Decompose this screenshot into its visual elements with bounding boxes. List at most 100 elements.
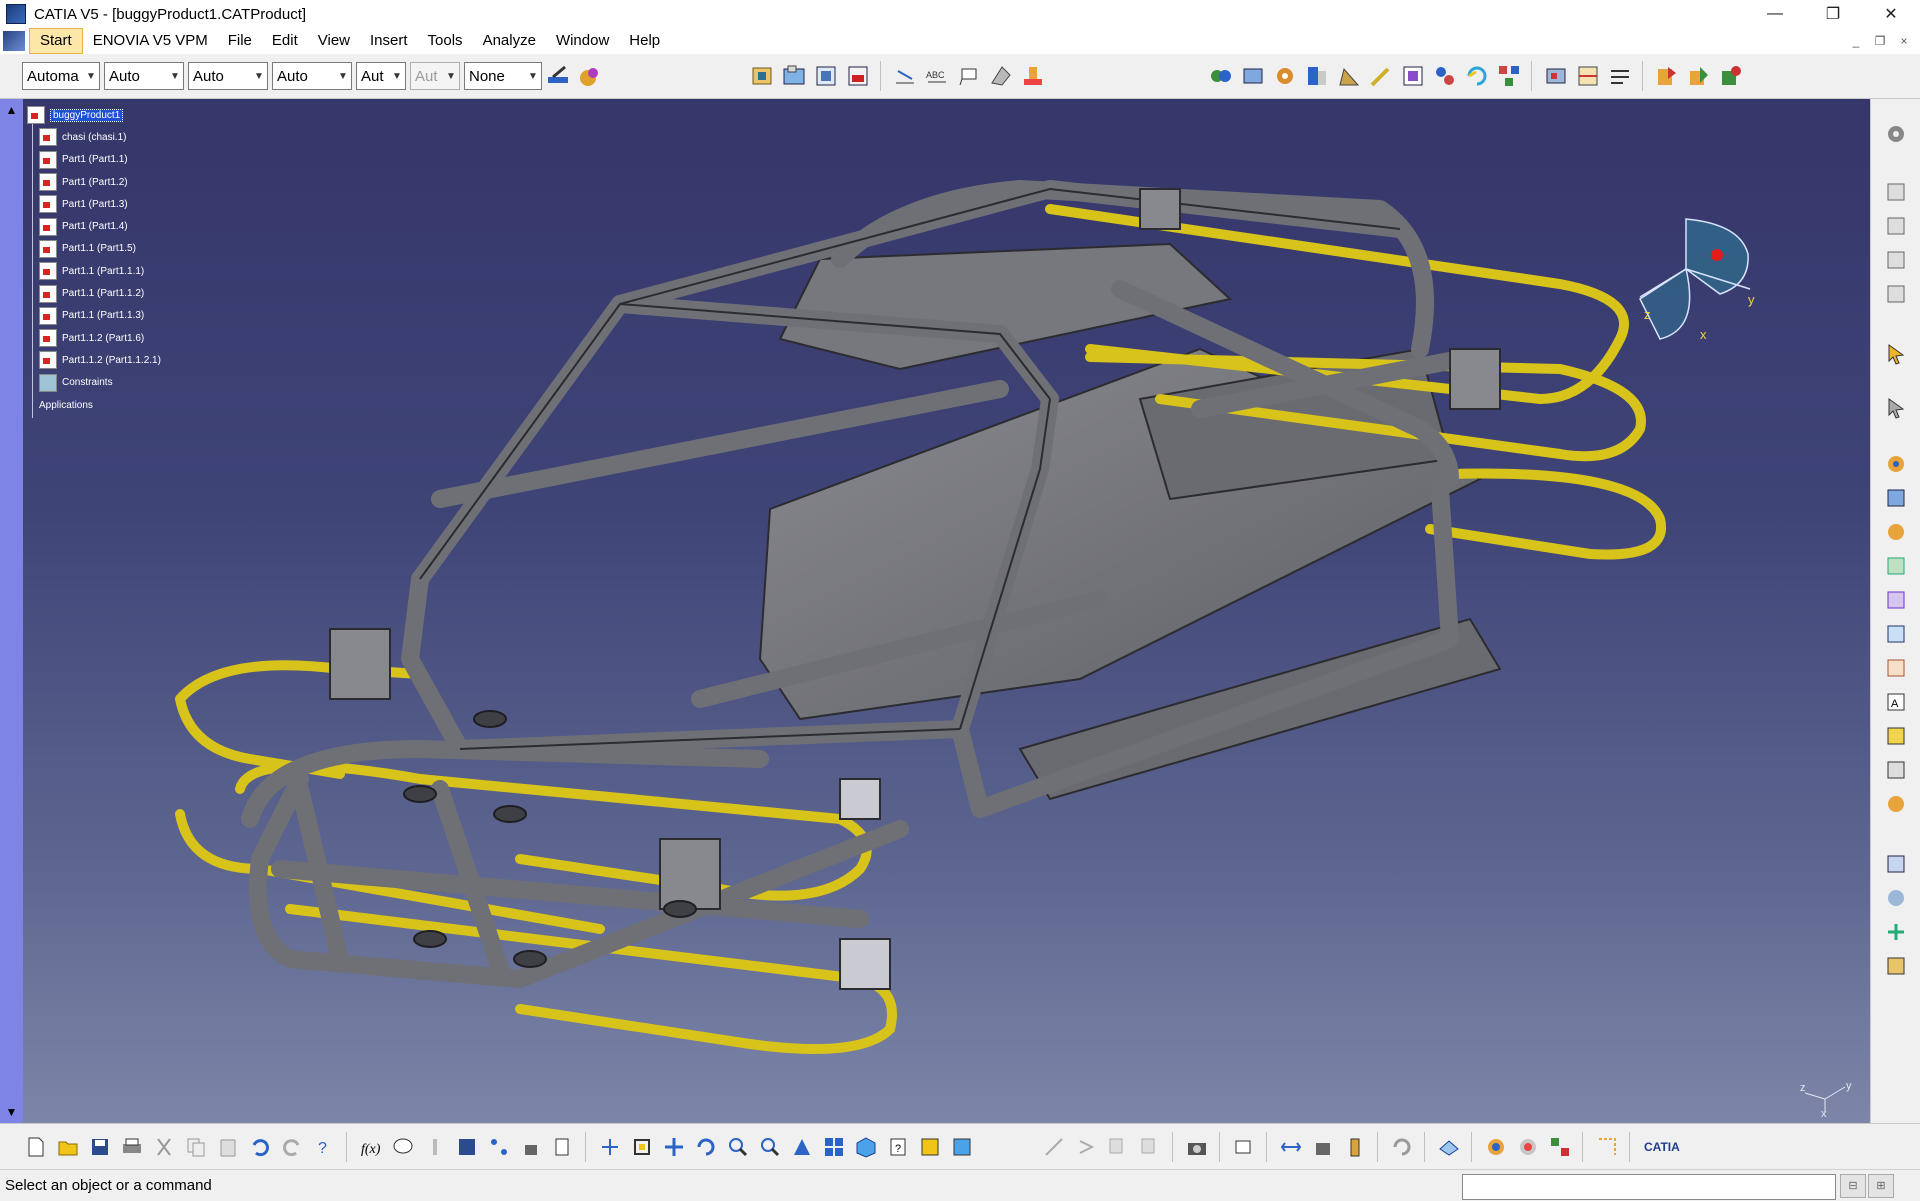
reorder-icon[interactable]	[1880, 653, 1912, 683]
design-table-icon[interactable]	[483, 1131, 515, 1163]
pocket-icon[interactable]	[1880, 211, 1912, 241]
line-type-combo[interactable]: Auto ▼	[272, 62, 352, 90]
transparency-combo[interactable]: Auto ▼	[104, 62, 184, 90]
3d-viewport[interactable]: ▲ ▼ buggyProduct1 chasi (chasi.1) Part1 …	[0, 99, 1870, 1123]
close-button[interactable]: ✕	[1862, 0, 1920, 28]
open-icon[interactable]	[52, 1131, 84, 1163]
select-arrow-icon[interactable]	[1880, 339, 1912, 369]
generate-numbering-icon[interactable]	[1880, 721, 1912, 751]
restore-button[interactable]: ❐	[1804, 0, 1862, 28]
swap-space-icon[interactable]	[946, 1131, 978, 1163]
renumber-icon[interactable]: A	[1880, 687, 1912, 717]
view-mode-icon[interactable]: ?	[882, 1131, 914, 1163]
point-symbol-combo[interactable]: Aut ▼	[356, 62, 406, 90]
refresh-icon[interactable]	[1461, 60, 1493, 92]
new-product-icon[interactable]	[1880, 483, 1912, 513]
publish-icon[interactable]	[1715, 60, 1747, 92]
copy-icon[interactable]	[180, 1131, 212, 1163]
iso-view-icon[interactable]	[850, 1131, 882, 1163]
hide-show-icon[interactable]	[914, 1131, 946, 1163]
catia-app-icon[interactable]	[6, 4, 26, 24]
text-abc-icon[interactable]: ABC	[921, 60, 953, 92]
product-icon[interactable]	[778, 60, 810, 92]
fit-all-icon[interactable]	[626, 1131, 658, 1163]
stop-manipulate-icon[interactable]	[1880, 917, 1912, 947]
flag-note-icon[interactable]	[953, 60, 985, 92]
rotate-icon[interactable]	[690, 1131, 722, 1163]
catalog-browser-icon[interactable]	[547, 1131, 579, 1163]
distance-measure-icon[interactable]	[1228, 1131, 1260, 1163]
stamp-icon[interactable]	[1017, 60, 1049, 92]
cut-icon[interactable]	[148, 1131, 180, 1163]
sectioning-icon[interactable]	[1572, 60, 1604, 92]
minimize-button[interactable]: —	[1746, 0, 1804, 28]
doc-restore-button[interactable]: ❐	[1868, 34, 1892, 48]
menu-edit[interactable]: Edit	[262, 29, 308, 53]
status-options-button[interactable]: ⊞	[1868, 1174, 1894, 1198]
menu-window[interactable]: Window	[546, 29, 619, 53]
menu-start[interactable]: Start	[29, 28, 83, 54]
menu-tools[interactable]: Tools	[418, 29, 473, 53]
plane-icon[interactable]	[1386, 1131, 1418, 1163]
graph-tree-icon[interactable]	[1880, 619, 1912, 649]
undo-icon[interactable]	[244, 1131, 276, 1163]
angle-icon[interactable]	[1333, 60, 1365, 92]
paintbrush-icon[interactable]	[542, 60, 574, 92]
camera-icon[interactable]	[1181, 1131, 1213, 1163]
new-component-icon[interactable]	[1880, 449, 1912, 479]
assembly-constraint-icon[interactable]	[1205, 60, 1237, 92]
menu-analyze[interactable]: Analyze	[473, 29, 546, 53]
reuse-pattern-icon[interactable]	[1880, 951, 1912, 981]
doc-close-button[interactable]: ×	[1892, 34, 1916, 48]
existing-component-icon[interactable]	[1880, 551, 1912, 581]
fly-mode-icon[interactable]	[594, 1131, 626, 1163]
menu-enovia[interactable]: ENOVIA V5 VPM	[83, 29, 218, 53]
apply-material-icon[interactable]	[1512, 1131, 1544, 1163]
dimension-icon[interactable]	[889, 60, 921, 92]
zoom-out-icon[interactable]	[754, 1131, 786, 1163]
new-part-icon[interactable]	[1880, 517, 1912, 547]
formula-fx-icon[interactable]: f(x)	[355, 1131, 387, 1163]
update-icon[interactable]	[1339, 1131, 1371, 1163]
pan-icon[interactable]	[658, 1131, 690, 1163]
table-icon[interactable]	[451, 1131, 483, 1163]
buggy-frame-model[interactable]	[0, 99, 1870, 1123]
fast-multi-instantiate-icon[interactable]	[1880, 789, 1912, 819]
multi-instantiate-icon[interactable]	[1880, 755, 1912, 785]
paste-icon[interactable]	[212, 1131, 244, 1163]
material-icon[interactable]	[1480, 1131, 1512, 1163]
measure-icon[interactable]	[1038, 1131, 1070, 1163]
snap-move-icon[interactable]	[1880, 849, 1912, 879]
copy-paste-special-icon[interactable]	[1102, 1131, 1134, 1163]
shaft-icon[interactable]	[1880, 245, 1912, 275]
distance-icon[interactable]	[1604, 60, 1636, 92]
new-file-icon[interactable]	[20, 1131, 52, 1163]
knowledge-icon[interactable]	[387, 1131, 419, 1163]
zoom-in-icon[interactable]	[722, 1131, 754, 1163]
redo-icon[interactable]	[276, 1131, 308, 1163]
weld-icon[interactable]	[1433, 1131, 1465, 1163]
reconnect-icon[interactable]	[1070, 1131, 1102, 1163]
select-hand-icon[interactable]	[1880, 393, 1912, 423]
catalog-icon[interactable]	[746, 60, 778, 92]
gear-assembly-icon[interactable]	[1880, 119, 1912, 149]
print-icon[interactable]	[116, 1131, 148, 1163]
layer-combo[interactable]: None ▼	[464, 62, 542, 90]
color-picker-icon[interactable]	[574, 60, 606, 92]
multi-view-icon[interactable]	[818, 1131, 850, 1163]
menu-help[interactable]: Help	[619, 29, 670, 53]
explode-icon[interactable]	[1493, 60, 1525, 92]
clash-icon[interactable]	[1540, 60, 1572, 92]
line-thickness-combo[interactable]: Auto ▼	[188, 62, 268, 90]
pad-icon[interactable]	[1880, 177, 1912, 207]
scene-icon[interactable]	[1683, 60, 1715, 92]
bottle-icon[interactable]	[1307, 1131, 1339, 1163]
replace-component-icon[interactable]	[1880, 585, 1912, 615]
capture-icon[interactable]	[1134, 1131, 1166, 1163]
offset-icon[interactable]	[1301, 60, 1333, 92]
menu-insert[interactable]: Insert	[360, 29, 418, 53]
fix-icon[interactable]	[1237, 60, 1269, 92]
manipulate-icon[interactable]	[1397, 60, 1429, 92]
doc-minimize-button[interactable]: _	[1844, 34, 1868, 48]
annotation-icon[interactable]	[985, 60, 1017, 92]
